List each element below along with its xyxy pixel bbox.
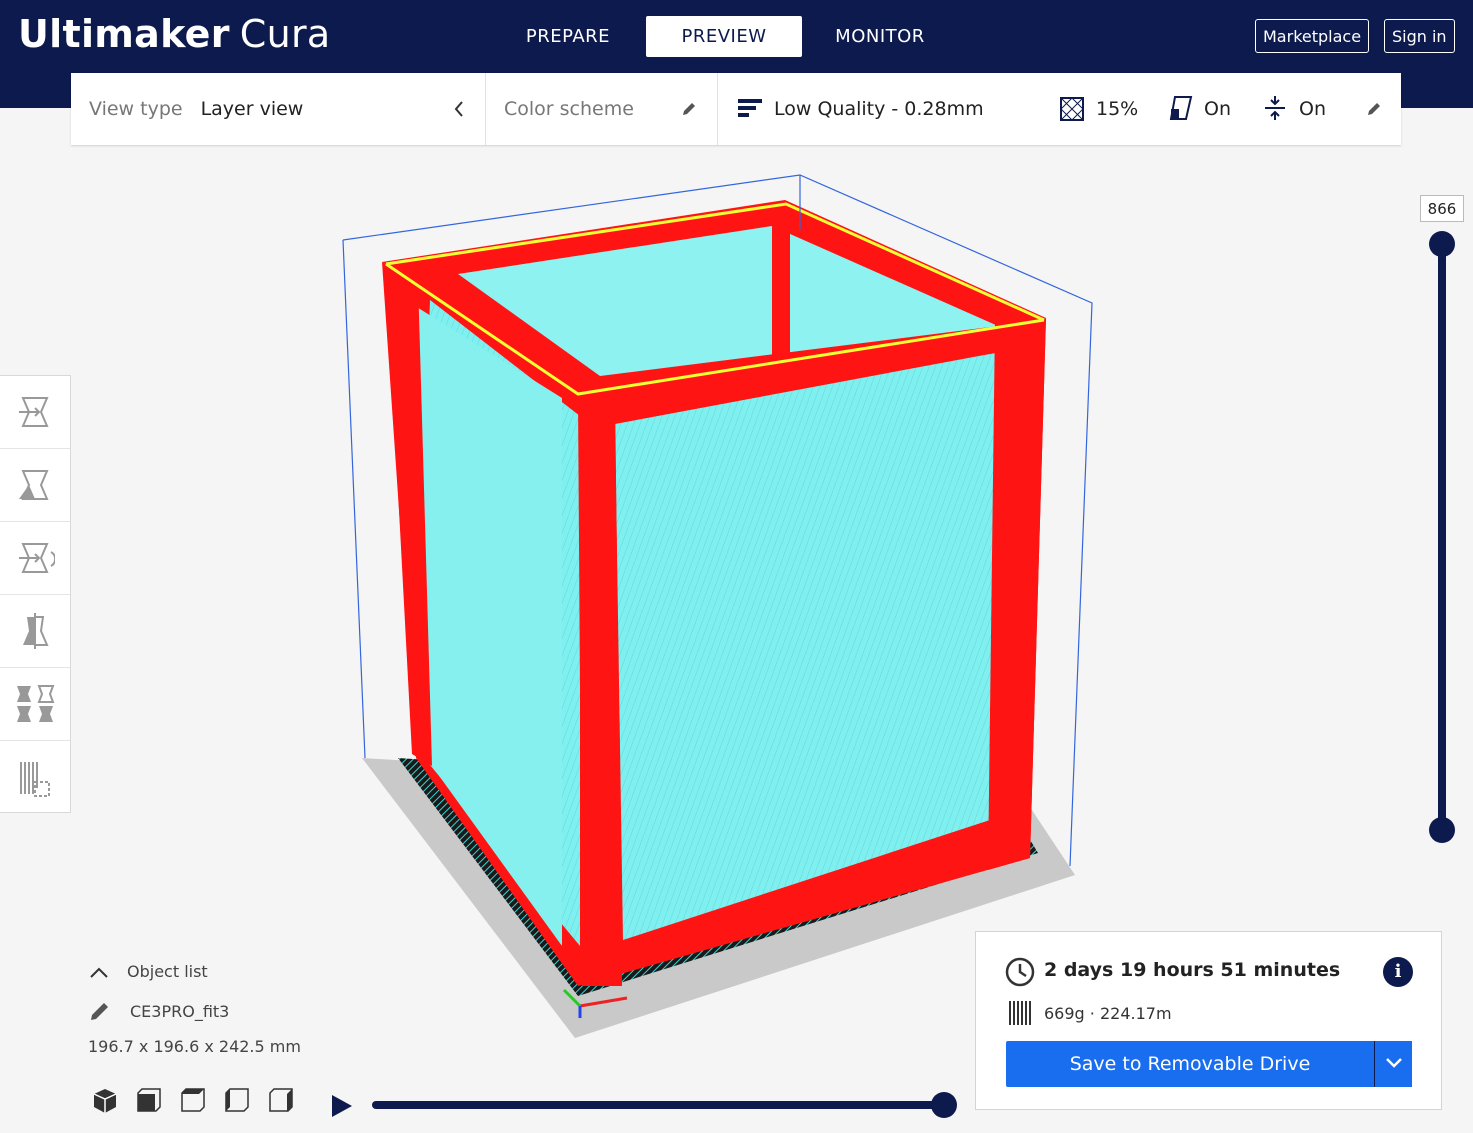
play-icon[interactable] (330, 1093, 354, 1119)
infill-value: 15% (1096, 98, 1139, 120)
tab-prepare[interactable]: PREPARE (490, 16, 646, 57)
top-view-icon[interactable] (180, 1087, 206, 1115)
object-dimensions: 196.7 x 196.6 x 242.5 mm (88, 1037, 301, 1056)
scale-tool-icon (19, 470, 49, 500)
stage-tabs: PREPARE PREVIEW MONITOR (490, 16, 958, 57)
tab-monitor[interactable]: MONITOR (802, 16, 958, 57)
adhesion-icon (1265, 96, 1285, 120)
object-list-toggle[interactable]: Object list (88, 962, 301, 981)
chevron-left-icon (454, 101, 463, 117)
view-type-label: View type (89, 98, 183, 120)
chevron-down-icon (1386, 1058, 1402, 1068)
color-scheme-selector[interactable]: Color scheme (504, 73, 704, 145)
print-settings-selector[interactable]: Low Quality - 0.28mm 15% On On (737, 73, 1380, 145)
per-model-settings-button[interactable] (0, 668, 70, 741)
mirror-tool-icon (23, 613, 49, 649)
sign-in-button[interactable]: Sign in (1384, 19, 1455, 53)
print-time: 2 days 19 hours 51 minutes (1044, 959, 1341, 981)
adhesion-value: On (1299, 98, 1326, 120)
tab-preview[interactable]: PREVIEW (646, 16, 802, 57)
support-blocker-icon (20, 761, 50, 797)
view-type-value: Layer view (200, 98, 304, 120)
object-name: CE3PRO_fit3 (130, 1001, 230, 1021)
support-icon (1169, 96, 1193, 120)
translate-tool-icon (19, 397, 49, 427)
pencil-icon (1368, 103, 1380, 115)
clock-icon (1005, 957, 1035, 987)
move-tool-button[interactable] (0, 376, 70, 449)
print-info-panel: 2 days 19 hours 51 minutes i 669g · 224.… (975, 931, 1442, 1110)
right-view-icon[interactable] (268, 1087, 294, 1115)
simulation-slider-track[interactable] (372, 1101, 946, 1109)
layer-view-viewport[interactable] (330, 170, 1110, 1050)
marketplace-button[interactable]: Marketplace (1255, 19, 1370, 53)
material-usage: 669g · 224.17m (1044, 1004, 1172, 1023)
simulation-slider-handle[interactable] (931, 1092, 957, 1118)
layer-slider-track[interactable] (1438, 244, 1446, 830)
layer-slider-bottom-handle[interactable] (1429, 817, 1455, 843)
quality-profile-value: Low Quality - 0.28mm (774, 98, 984, 120)
layer-slider-top-handle[interactable] (1429, 231, 1455, 257)
rotate-tool-icon (19, 543, 55, 573)
mirror-tool-button[interactable] (0, 595, 70, 668)
left-view-icon[interactable] (224, 1087, 250, 1115)
info-icon[interactable]: i (1383, 957, 1413, 987)
object-name-row[interactable]: CE3PRO_fit3 (88, 999, 301, 1023)
scale-tool-button[interactable] (0, 449, 70, 522)
3d-view-icon[interactable] (92, 1087, 118, 1115)
pencil-icon (91, 1003, 108, 1020)
camera-view-buttons (92, 1087, 294, 1115)
left-tool-panel (0, 375, 71, 813)
front-view-icon[interactable] (136, 1087, 162, 1115)
current-layer-label[interactable]: 866 (1420, 195, 1464, 222)
view-toolbar: View type Layer view Color scheme Low Qu… (71, 73, 1401, 145)
chevron-up-icon (90, 967, 108, 978)
save-button-label: Save to Removable Drive (1069, 1053, 1311, 1075)
per-model-settings-icon (17, 685, 55, 722)
support-blocker-button[interactable] (0, 741, 70, 814)
color-scheme-label: Color scheme (504, 98, 634, 120)
save-to-removable-drive-button[interactable]: Save to Removable Drive (1006, 1041, 1412, 1087)
rotate-tool-button[interactable] (0, 522, 70, 595)
object-list-title: Object list (127, 962, 208, 981)
support-value: On (1204, 98, 1231, 120)
infill-icon (1060, 97, 1084, 121)
object-list-panel: Object list CE3PRO_fit3 196.7 x 196.6 x … (88, 962, 301, 1056)
quality-profile-icon (738, 99, 762, 117)
pencil-icon (683, 103, 695, 115)
view-type-selector[interactable]: View type Layer view (89, 73, 469, 145)
app-logo: Ultimaker Cura (18, 12, 331, 56)
save-options-dropdown[interactable] (1375, 1041, 1412, 1087)
material-spool-icon (1009, 1001, 1031, 1025)
